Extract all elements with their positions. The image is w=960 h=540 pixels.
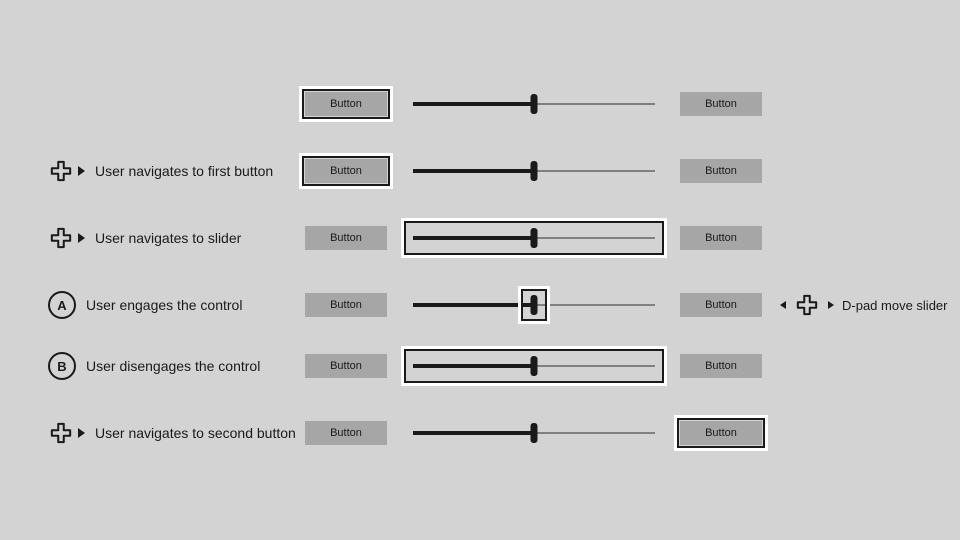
- row-caption: User navigates to second button: [48, 420, 296, 446]
- focus-ring: [677, 418, 765, 448]
- slider-track-filled: [413, 169, 534, 173]
- annotation-text: D-pad move slider: [842, 298, 948, 313]
- row-caption: User navigates to slider: [48, 225, 241, 251]
- button-right[interactable]: Button: [680, 354, 762, 378]
- focus-ring: [404, 349, 664, 383]
- slider-track-filled: [413, 431, 534, 435]
- focus-ring: [302, 156, 390, 186]
- row-caption: B User disengages the control: [48, 352, 260, 380]
- focus-ring: [521, 289, 547, 321]
- button-left[interactable]: Button: [305, 226, 387, 250]
- diagram-row-1: User navigates to first buttonButtonButt…: [0, 154, 960, 188]
- row-caption: A User engages the control: [48, 291, 242, 319]
- slider[interactable]: [413, 94, 655, 114]
- row-annotation: D-pad move slider: [780, 292, 948, 318]
- button-A-icon: A: [48, 291, 76, 319]
- slider-track-filled: [413, 303, 534, 307]
- caption-text: User engages the control: [86, 297, 242, 313]
- slider-thumb[interactable]: [531, 423, 538, 443]
- button-B-icon: B: [48, 352, 76, 380]
- caption-text: User disengages the control: [86, 358, 260, 374]
- dpad-icon: [48, 158, 74, 184]
- caption-text: User navigates to slider: [95, 230, 241, 246]
- dpad-icon: [48, 225, 74, 251]
- slider[interactable]: [413, 423, 655, 443]
- diagram-row-0: ButtonButton: [0, 87, 960, 121]
- slider-track-empty: [534, 304, 655, 306]
- slider-thumb[interactable]: [531, 161, 538, 181]
- button-left[interactable]: Button: [305, 421, 387, 445]
- arrow-right-icon: [78, 166, 85, 176]
- arrow-left-icon: [780, 301, 786, 309]
- focus-ring: [302, 89, 390, 119]
- slider-track-filled: [413, 102, 534, 106]
- button-right[interactable]: Button: [680, 159, 762, 183]
- button-right[interactable]: Button: [680, 92, 762, 116]
- dpad-icon: [48, 420, 74, 446]
- diagram-row-3: A User engages the control Button Button D-p…: [0, 288, 960, 322]
- arrow-right-icon: [78, 428, 85, 438]
- row-caption: User navigates to first button: [48, 158, 273, 184]
- diagram-row-4: B User disengages the control Button Button: [0, 349, 960, 383]
- slider-thumb[interactable]: [531, 94, 538, 114]
- diagram-row-2: User navigates to slider Button Button: [0, 221, 960, 255]
- arrow-right-icon: [828, 301, 834, 309]
- dpad-icon: [794, 292, 820, 318]
- button-left[interactable]: Button: [305, 354, 387, 378]
- focus-ring: [404, 221, 664, 255]
- caption-text: User navigates to second button: [95, 425, 296, 441]
- slider[interactable]: [413, 161, 655, 181]
- arrow-right-icon: [78, 233, 85, 243]
- diagram-row-5: User navigates to second buttonButtonBut…: [0, 416, 960, 450]
- button-left[interactable]: Button: [305, 293, 387, 317]
- button-right[interactable]: Button: [680, 226, 762, 250]
- slider-track-empty: [534, 432, 655, 434]
- slider-track-empty: [534, 170, 655, 172]
- button-right[interactable]: Button: [680, 293, 762, 317]
- slider-track-empty: [534, 103, 655, 105]
- caption-text: User navigates to first button: [95, 163, 273, 179]
